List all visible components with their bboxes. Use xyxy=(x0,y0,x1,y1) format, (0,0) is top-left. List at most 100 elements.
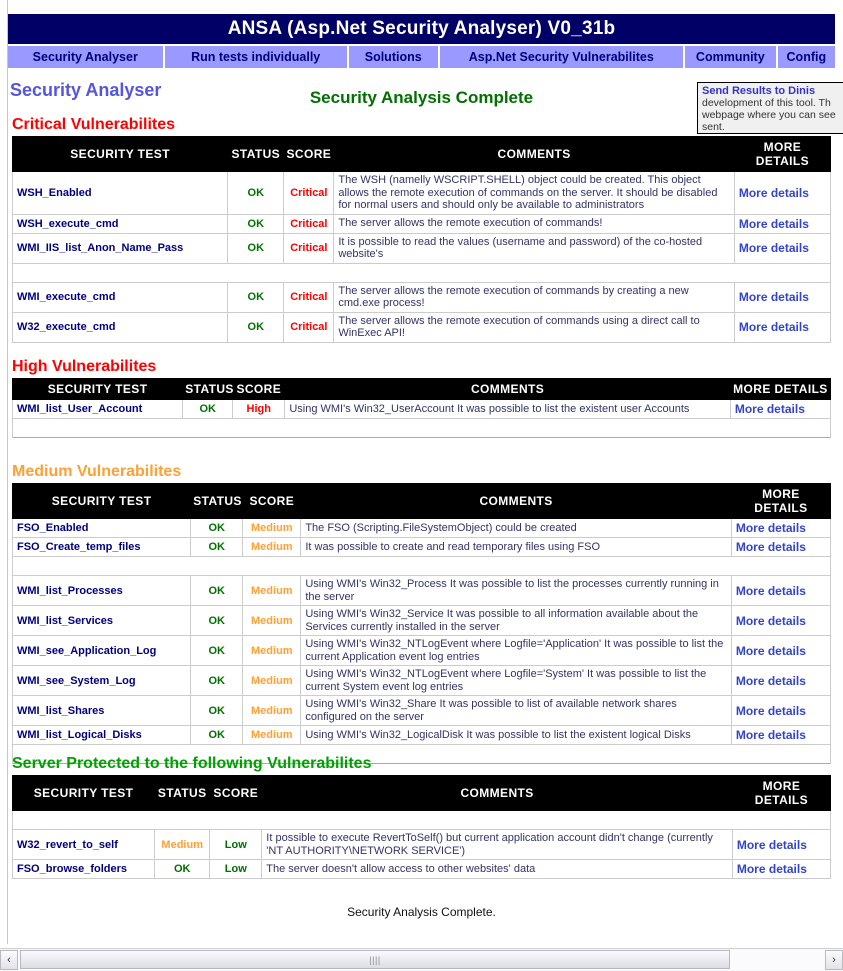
more-details-link[interactable]: More details xyxy=(736,728,806,742)
cell-status: OK xyxy=(227,232,285,264)
cell-status: OK xyxy=(190,537,244,557)
scrollbar-grip-icon: |||| xyxy=(369,954,381,965)
column-header-score: SCORE xyxy=(242,483,302,519)
more-details-link[interactable]: More details xyxy=(736,521,806,535)
nav-tab-security-analyser[interactable]: Security Analyser xyxy=(8,46,163,68)
column-header-status: STATUS xyxy=(227,136,285,172)
cell-comment: Using WMI's Win32_LogicalDisk It was pos… xyxy=(300,725,732,745)
scroll-left-arrow-icon[interactable]: ‹ xyxy=(0,950,18,970)
table-row: WMI_list_User_Account OK High Using WMI's W… xyxy=(11,399,832,419)
column-header-status: STATUS xyxy=(182,378,233,400)
table-header-row: SECURITY TEST STATUS SCORE COMMENTS MORE DETA… xyxy=(11,775,832,811)
cell-status: OK xyxy=(190,575,244,606)
table-row: WMI_list_Logical_Disks OK Medium Using WMI'… xyxy=(11,725,832,745)
cell-status: OK xyxy=(190,665,244,696)
more-details-link[interactable]: More details xyxy=(735,402,805,416)
table-row: WMI_execute_cmd OK Critical The server allo… xyxy=(11,281,832,313)
cell-more-details: More details xyxy=(733,213,832,234)
cell-score: Medium xyxy=(242,605,302,636)
table-row: WSH_execute_cmd OK Critical The server allo… xyxy=(11,213,832,234)
section-critical: Critical Vulnerabilites SECURITY TEST STAT… xyxy=(11,116,832,343)
cell-more-details: More details xyxy=(731,859,832,879)
table-row: FSO_Create_temp_files OK Medium It was poss… xyxy=(11,537,832,557)
cell-comment: Using WMI's Win32_Share It was possible … xyxy=(300,695,732,726)
cell-security-test: WMI_execute_cmd xyxy=(11,281,229,313)
column-header-status: STATUS xyxy=(154,775,211,811)
table-row: W32_execute_cmd OK Critical The server allo… xyxy=(11,311,832,343)
spacer-cell xyxy=(12,263,831,282)
cell-status: OK xyxy=(227,281,285,313)
table-header-row: SECURITY TEST STATUS SCORE COMMENTS MORE DETA… xyxy=(11,483,832,519)
cell-status: OK xyxy=(190,695,244,726)
more-details-link[interactable]: More details xyxy=(736,614,806,628)
nav-tab-run-tests-individually[interactable]: Run tests individually xyxy=(164,46,347,68)
cell-score: Critical xyxy=(283,281,335,313)
cell-security-test: FSO_Create_temp_files xyxy=(11,537,192,557)
cell-comment: Using WMI's Win32_UserAccount It was pos… xyxy=(284,399,731,419)
cell-security-test: WMI_list_Processes xyxy=(11,575,192,606)
more-details-link[interactable]: More details xyxy=(739,186,809,200)
cell-security-test: FSO_Enabled xyxy=(11,518,192,538)
nav-tab-community[interactable]: Community xyxy=(684,46,776,68)
column-header-score: SCORE xyxy=(283,136,335,172)
more-details-link[interactable]: More details xyxy=(736,644,806,658)
column-header-score: SCORE xyxy=(209,775,263,811)
column-header-comments: COMMENTS xyxy=(300,483,732,519)
cell-status: OK xyxy=(190,635,244,666)
cell-score: Medium xyxy=(242,537,302,557)
tooltip-line-3: webpage where you can see xyxy=(702,109,836,121)
cell-more-details: More details xyxy=(733,171,832,215)
vulnerability-table-high: SECURITY TEST STATUS SCORE COMMENTS MORE DET… xyxy=(11,378,832,438)
cell-comment: It is possible to read the values (usern… xyxy=(333,232,735,264)
nav-tab-solutions[interactable]: Solutions xyxy=(348,46,438,68)
cell-status: OK xyxy=(190,605,244,636)
cell-more-details: More details xyxy=(730,635,832,666)
scroll-right-arrow-icon[interactable]: › xyxy=(825,950,843,970)
more-details-link[interactable]: More details xyxy=(736,674,806,688)
more-details-link[interactable]: More details xyxy=(737,862,807,876)
cell-score: Medium xyxy=(242,635,302,666)
nav-tab-aspnet-security-vulnerabilites[interactable]: Asp.Net Security Vulnerabilites xyxy=(439,46,683,68)
cell-comment: The FSO (Scripting.FileSystemObject) cou… xyxy=(300,518,732,538)
cell-comment: Using WMI's Win32_NTLogEvent where Logfi… xyxy=(300,635,732,666)
more-details-link[interactable]: More details xyxy=(739,320,809,334)
section-protected: Server Protected to the following Vulner… xyxy=(11,755,832,879)
cell-score: Critical xyxy=(283,232,335,264)
table-header-row: SECURITY TEST STATUS SCORE COMMENTS MORE DET… xyxy=(11,378,832,400)
cell-comment: The server allows the remote execution o… xyxy=(333,281,735,313)
cell-score: Medium xyxy=(242,518,302,538)
spacer-cell xyxy=(12,418,831,438)
more-details-link[interactable]: More details xyxy=(736,540,806,554)
tooltip-title: Send Results to Dinis xyxy=(702,85,816,97)
spacer-cell xyxy=(12,810,831,830)
more-details-link[interactable]: More details xyxy=(739,217,809,231)
scrollbar-track[interactable]: |||| xyxy=(18,950,825,970)
scrollbar-thumb[interactable]: |||| xyxy=(20,950,730,969)
table-header-row: SECURITY TEST STATUS SCORE COMMENTS MORE DETA… xyxy=(11,136,832,172)
cell-more-details: More details xyxy=(730,575,832,606)
vulnerability-table-protected: SECURITY TEST STATUS SCORE COMMENTS MORE DETA… xyxy=(11,775,832,879)
more-details-link[interactable]: More details xyxy=(736,704,806,718)
cell-more-details: More details xyxy=(730,695,832,726)
column-header-status: STATUS xyxy=(190,483,244,519)
more-details-link[interactable]: More details xyxy=(736,584,806,598)
nav-tab-config[interactable]: Config xyxy=(777,46,835,68)
cell-security-test: WMI_see_System_Log xyxy=(11,665,192,696)
cell-score: High xyxy=(232,399,286,419)
more-details-link[interactable]: More details xyxy=(739,241,809,255)
cell-status: OK xyxy=(154,859,211,879)
cell-score: Critical xyxy=(283,311,335,343)
horizontal-scrollbar[interactable]: ‹ |||| › xyxy=(0,948,843,971)
cell-security-test: WMI_list_Shares xyxy=(11,695,192,726)
column-header-security-test: SECURITY TEST xyxy=(11,378,184,400)
more-details-link[interactable]: More details xyxy=(737,838,807,852)
section-medium: Medium Vulnerabilites SECURITY TEST STATUS… xyxy=(11,463,832,764)
cell-comment: Using WMI's Win32_Process It was possibl… xyxy=(300,575,732,606)
more-details-link[interactable]: More details xyxy=(739,290,809,304)
send-results-tooltip[interactable]: Send Results to Dinis development of thi… xyxy=(697,82,843,134)
cell-score: Medium xyxy=(242,575,302,606)
table-spacer-row xyxy=(12,810,831,830)
table-row: WSH_Enabled OK Critical The WSH (namelly WS… xyxy=(11,171,832,215)
column-header-comments: COMMENTS xyxy=(284,378,731,400)
cell-comment: It was possible to create and read tempo… xyxy=(300,537,732,557)
